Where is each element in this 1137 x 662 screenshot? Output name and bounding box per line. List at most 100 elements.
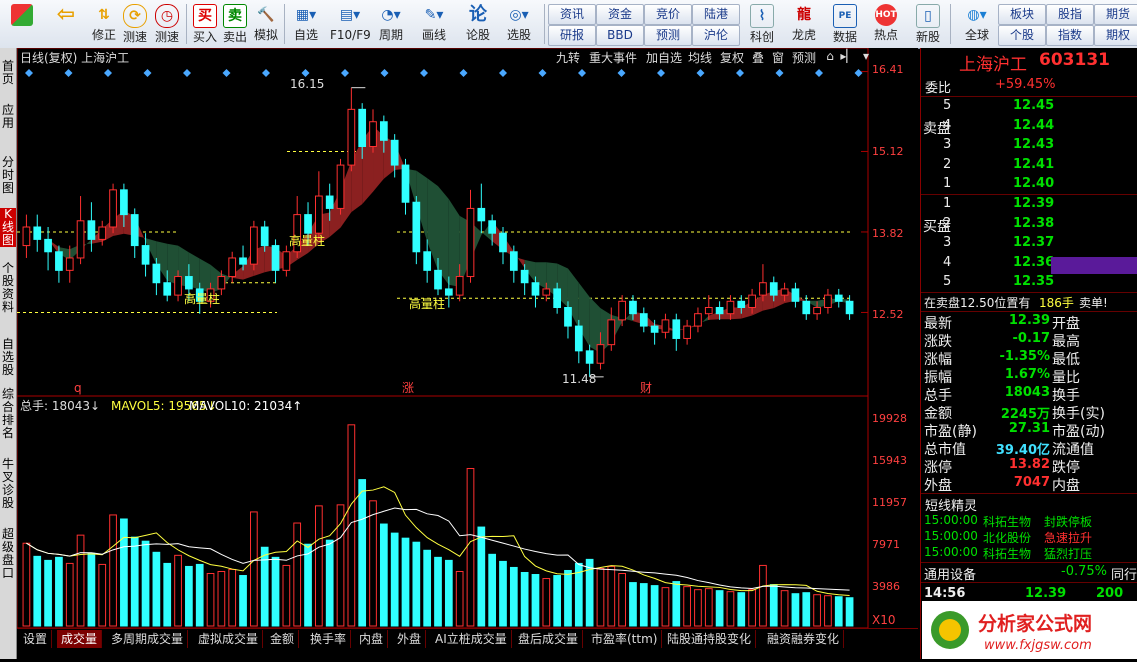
candle-body[interactable] bbox=[390, 139, 399, 166]
candle-body[interactable] bbox=[55, 251, 63, 271]
candle-body[interactable] bbox=[22, 226, 31, 247]
order-row-buy[interactable]: 3 12.37 bbox=[921, 235, 1137, 253]
volume-bar[interactable] bbox=[314, 505, 323, 627]
candle-body[interactable] bbox=[824, 294, 832, 309]
tab-adjust[interactable]: 复权 bbox=[717, 49, 747, 66]
volume-bar[interactable] bbox=[466, 468, 475, 627]
volume-bar[interactable] bbox=[130, 536, 139, 627]
candle-body[interactable] bbox=[618, 300, 626, 321]
sector-button[interactable]: 板块 bbox=[998, 4, 1046, 25]
volume-bar[interactable] bbox=[22, 542, 31, 627]
global-button[interactable]: ◍▾ 全球 bbox=[957, 2, 997, 46]
tab-inner[interactable]: 内盘 bbox=[355, 630, 389, 648]
volume-bar[interactable] bbox=[629, 582, 637, 627]
volume-bar[interactable] bbox=[802, 592, 811, 627]
volume-bar[interactable] bbox=[44, 559, 52, 627]
candle-body[interactable] bbox=[520, 269, 529, 284]
volume-bar[interactable] bbox=[455, 570, 464, 627]
candle-body[interactable] bbox=[737, 300, 746, 309]
volume-bar[interactable] bbox=[477, 526, 486, 627]
candle-body[interactable] bbox=[250, 226, 258, 265]
tab-volume[interactable]: 成交量 bbox=[57, 630, 103, 648]
volume-bar[interactable] bbox=[813, 594, 821, 627]
candle-body[interactable] bbox=[607, 319, 616, 346]
candle-body[interactable] bbox=[141, 245, 150, 265]
bbd-button[interactable]: BBD bbox=[596, 25, 644, 46]
candle-body[interactable] bbox=[120, 189, 128, 216]
candle-body[interactable] bbox=[444, 288, 453, 296]
candle-body[interactable] bbox=[185, 276, 193, 290]
candle-body[interactable] bbox=[282, 251, 291, 271]
sh-london-button[interactable]: 沪伦 bbox=[692, 25, 740, 46]
candle-body[interactable] bbox=[802, 300, 811, 315]
star-market-button[interactable]: ⌇ 科创 bbox=[746, 2, 778, 46]
candle-body[interactable] bbox=[672, 319, 681, 339]
event-marker[interactable]: 涨 bbox=[402, 380, 414, 395]
back-button[interactable]: ⇦ bbox=[50, 2, 82, 46]
volume-bar[interactable] bbox=[564, 569, 572, 627]
candle-body[interactable] bbox=[304, 214, 312, 234]
chart-area[interactable]: 日线(复权) 上海沪工 总手: 18043↓ MAVOL5: 19565↓ MA… bbox=[16, 47, 918, 629]
order-row-buy[interactable]: 5 12.35 bbox=[921, 274, 1137, 292]
volume-bar[interactable] bbox=[596, 567, 605, 627]
order-row-sell[interactable]: 5 12.45 bbox=[921, 98, 1137, 116]
buy-button[interactable]: 买 买入 bbox=[189, 2, 221, 46]
volume-bar[interactable] bbox=[650, 585, 659, 627]
volume-bar[interactable] bbox=[618, 573, 626, 627]
hotspot-button[interactable]: HOT 热点 bbox=[870, 2, 902, 46]
volume-bar[interactable] bbox=[726, 591, 735, 627]
candle-body[interactable] bbox=[488, 220, 497, 234]
candle-body[interactable] bbox=[260, 226, 269, 247]
nav-apps[interactable]: 应用 bbox=[0, 104, 16, 130]
industry-row[interactable]: 通用设备 -0.75% 同行 bbox=[921, 564, 1137, 583]
short-item[interactable]: 15:00:00 科拓生物 猛烈打压 bbox=[921, 545, 1137, 563]
candle-body[interactable] bbox=[325, 195, 334, 209]
auction-button[interactable]: 竞价 bbox=[644, 4, 692, 25]
tab-margin[interactable]: 融资融券变化 bbox=[763, 630, 845, 648]
volume-bar[interactable] bbox=[379, 523, 388, 627]
clock-button[interactable]: ◷ 测速 bbox=[151, 2, 183, 46]
volume-bar[interactable] bbox=[694, 589, 702, 627]
news-button[interactable]: 资讯 bbox=[548, 4, 596, 25]
volume-bar[interactable] bbox=[109, 514, 117, 627]
volume-bar[interactable] bbox=[152, 551, 161, 627]
volume-bar[interactable] bbox=[661, 587, 670, 627]
candle-body[interactable] bbox=[217, 276, 226, 290]
volume-bar[interactable] bbox=[845, 597, 854, 627]
candle-body[interactable] bbox=[109, 189, 117, 228]
research-button[interactable]: 研报 bbox=[548, 25, 596, 46]
candle-body[interactable] bbox=[239, 257, 247, 265]
tab-add-watch[interactable]: 加自选 bbox=[643, 49, 685, 66]
candle-body[interactable] bbox=[650, 325, 659, 333]
candle-body[interactable] bbox=[477, 207, 486, 222]
candle-body[interactable] bbox=[769, 282, 778, 296]
stock-picker-button[interactable]: ◎▾ 选股 bbox=[503, 2, 535, 46]
volume-bar[interactable] bbox=[509, 566, 518, 627]
volume-bar[interactable] bbox=[444, 559, 453, 627]
event-marker[interactable]: 财 bbox=[640, 381, 652, 395]
lock-icon[interactable]: ⌂ bbox=[823, 49, 837, 63]
candle-body[interactable] bbox=[455, 276, 464, 296]
volume-bar[interactable] bbox=[228, 568, 237, 627]
volume-bar[interactable] bbox=[195, 563, 204, 627]
volume-bar[interactable] bbox=[759, 564, 767, 627]
volume-bar[interactable] bbox=[325, 539, 334, 627]
candle-body[interactable] bbox=[791, 288, 800, 302]
volume-bar[interactable] bbox=[250, 511, 258, 627]
candle-body[interactable] bbox=[130, 214, 139, 247]
candle-body[interactable] bbox=[369, 121, 377, 147]
volume-bar[interactable] bbox=[780, 590, 789, 627]
tab-events[interactable]: 重大事件 bbox=[585, 49, 641, 66]
volume-bar[interactable] bbox=[401, 537, 410, 627]
event-marker[interactable]: q bbox=[74, 381, 82, 395]
candle-body[interactable] bbox=[65, 257, 74, 271]
candle-body[interactable] bbox=[694, 313, 702, 327]
candle-body[interactable] bbox=[434, 269, 442, 290]
tab-overlay[interactable]: 叠 bbox=[749, 49, 767, 66]
volume-bar[interactable] bbox=[120, 518, 128, 627]
volume-bar[interactable] bbox=[672, 581, 681, 627]
volume-bar[interactable] bbox=[639, 583, 648, 627]
index-button[interactable]: 指数 bbox=[1046, 25, 1094, 46]
volume-bar[interactable] bbox=[834, 596, 843, 627]
kline-chart[interactable]: 日线(复权) 上海沪工 总手: 18043↓ MAVOL5: 19565↓ MA… bbox=[16, 47, 918, 629]
